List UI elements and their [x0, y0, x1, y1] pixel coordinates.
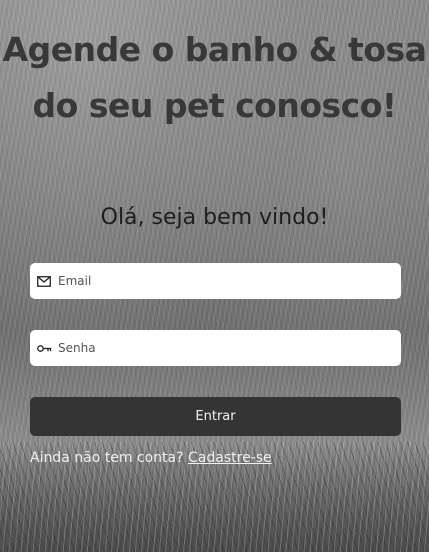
key-icon — [36, 340, 52, 356]
welcome-message: Olá, seja bem vindo! — [100, 205, 329, 230]
mail-icon — [36, 273, 52, 289]
password-input[interactable] — [58, 341, 378, 355]
email-field[interactable] — [30, 263, 401, 299]
email-input[interactable] — [58, 274, 378, 288]
signup-link[interactable]: Cadastre-se — [188, 450, 272, 466]
page-headline: Agende o banho & tosa do seu pet conosco… — [0, 22, 429, 134]
password-field[interactable] — [30, 330, 401, 366]
headline-line-1: Agende o banho & tosa — [2, 30, 427, 69]
signup-prompt-text: Ainda não tem conta? — [30, 450, 184, 466]
login-button[interactable]: Entrar — [30, 397, 401, 436]
headline-line-2: do seu pet conosco! — [32, 86, 397, 125]
signup-prompt: Ainda não tem conta? Cadastre-se — [30, 450, 272, 466]
